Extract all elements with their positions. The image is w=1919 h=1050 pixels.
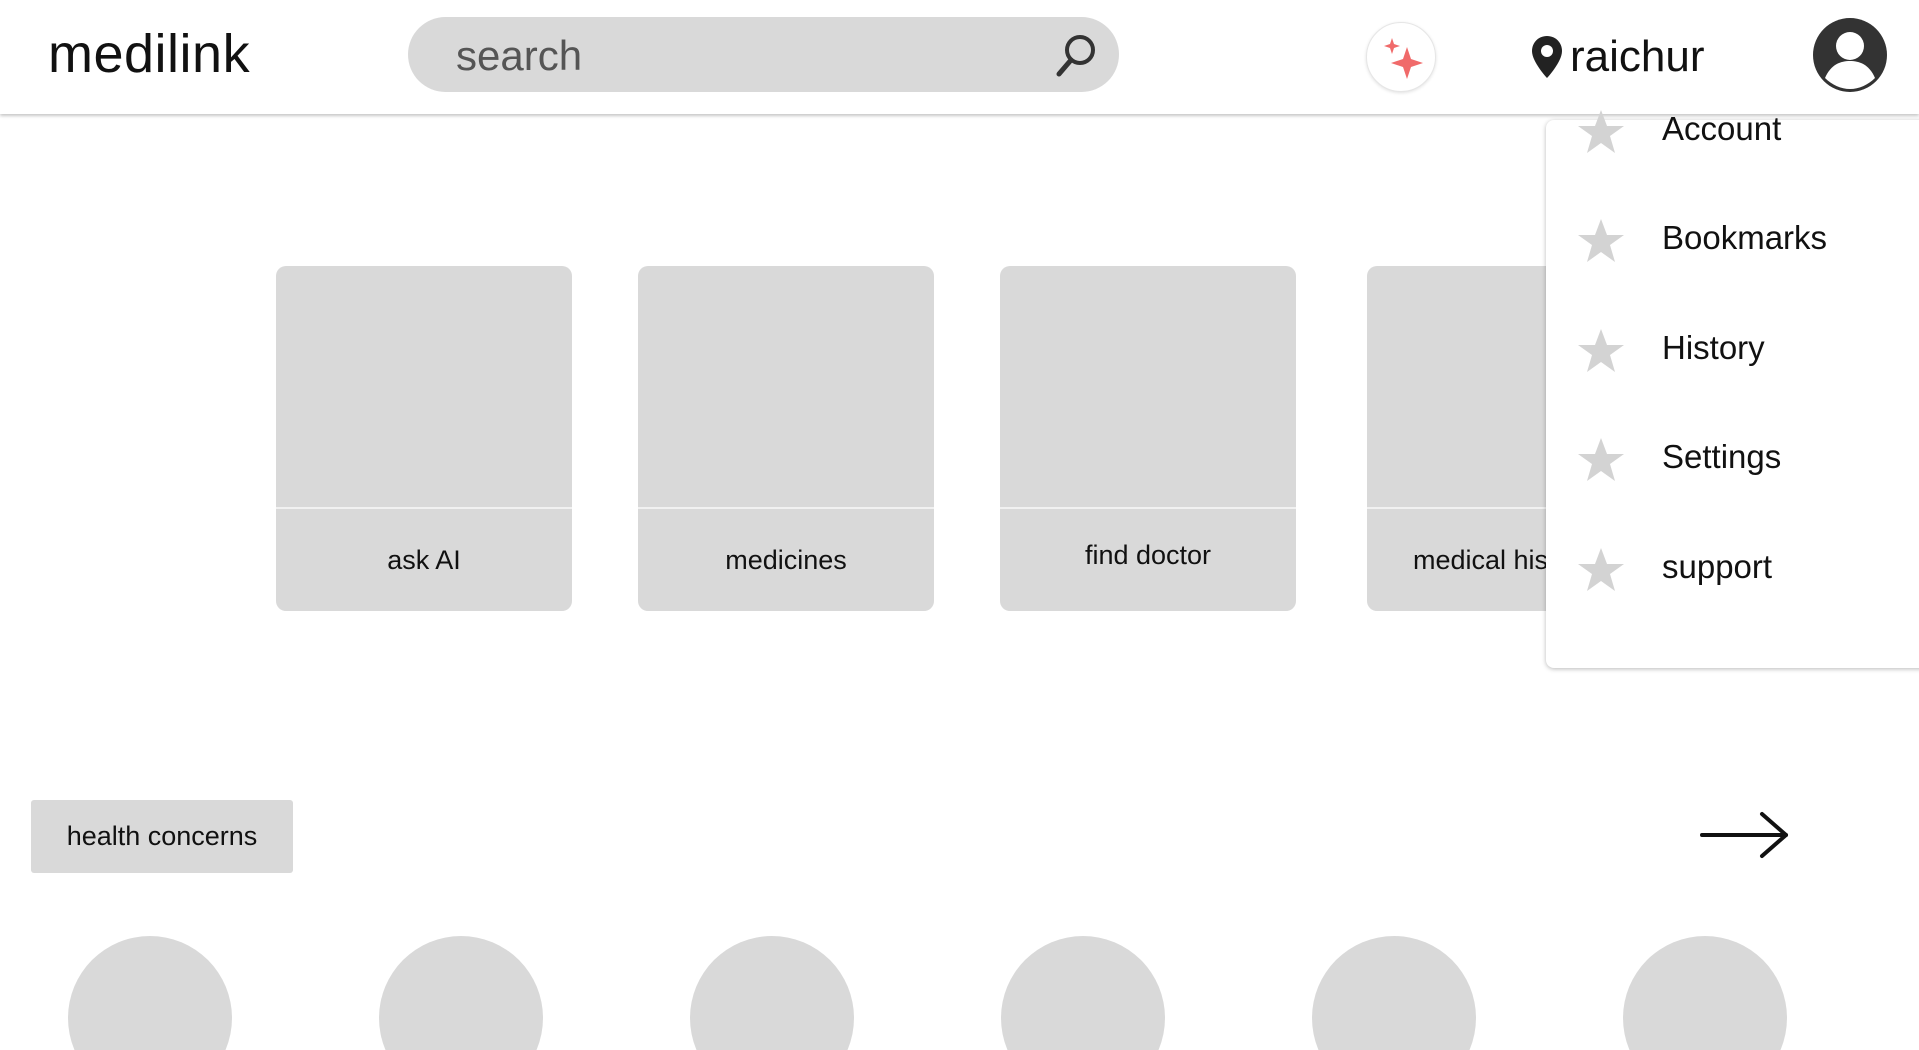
menu-item-label: support [1662, 548, 1773, 585]
location-label: raichur [1570, 32, 1705, 81]
star-icon [1576, 327, 1626, 380]
menu-item-settings[interactable]: Settings [1546, 412, 1919, 502]
user-avatar-icon[interactable] [1813, 18, 1887, 92]
star-icon [1576, 436, 1626, 489]
health-concerns-chip[interactable]: health concerns [31, 800, 293, 873]
menu-item-account[interactable]: Account [1546, 84, 1919, 174]
tile-label: medicines [725, 544, 847, 575]
menu-item-bookmarks[interactable]: Bookmarks [1546, 193, 1919, 283]
menu-item-history[interactable]: History [1546, 303, 1919, 393]
menu-item-label: History [1662, 329, 1765, 366]
health-concern-item[interactable] [379, 936, 543, 1050]
menu-item-label: Account [1662, 110, 1782, 147]
health-concern-item[interactable] [690, 936, 854, 1050]
star-icon [1576, 217, 1626, 270]
account-dropdown-menu: Account Bookmarks History Settings support [1546, 110, 1919, 668]
arrow-right-icon[interactable] [1700, 810, 1790, 860]
search-icon[interactable] [1050, 29, 1102, 81]
star-icon [1576, 108, 1626, 161]
page: medilink raichur [0, 0, 1919, 1050]
menu-item-label: Bookmarks [1662, 219, 1828, 256]
location-selector[interactable]: raichur [1530, 28, 1705, 86]
tile-label: ask AI [387, 544, 461, 575]
health-concern-item[interactable] [1312, 936, 1476, 1050]
tile-find-doctor[interactable]: find doctor [1000, 266, 1296, 611]
ai-sparkle-button[interactable] [1366, 22, 1436, 92]
tile-label: find doctor [1084, 539, 1212, 570]
sparkle-icon [1384, 38, 1423, 79]
menu-item-support[interactable]: support [1546, 522, 1919, 612]
star-icon [1576, 546, 1626, 599]
health-concern-item[interactable] [68, 936, 232, 1050]
health-concern-item[interactable] [1001, 936, 1165, 1050]
health-concern-item[interactable] [1623, 936, 1787, 1050]
search-input[interactable] [454, 27, 1018, 84]
tile-medicines[interactable]: medicines [638, 266, 934, 611]
menu-item-label: Settings [1662, 438, 1782, 475]
app-logo[interactable]: medilink [48, 22, 250, 86]
search-bar[interactable] [408, 17, 1119, 92]
location-pin-icon [1532, 36, 1562, 78]
tile-ask-ai[interactable]: ask AI [276, 266, 572, 611]
